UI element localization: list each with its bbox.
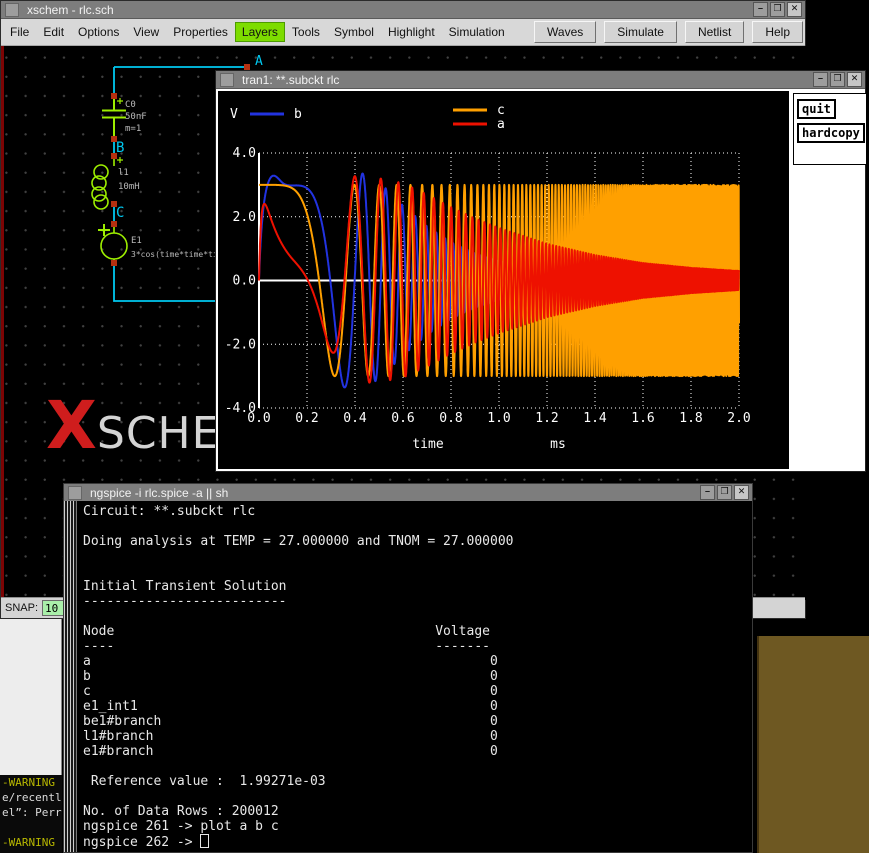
xschem-titlebar[interactable]: xschem - rlc.sch – ❒ ✕ (1, 1, 805, 19)
svg-text:0.2: 0.2 (295, 411, 318, 426)
svg-text:-4.0: -4.0 (225, 401, 256, 416)
warning-line: e/recently (2, 790, 62, 805)
svg-text:4.0: 4.0 (233, 146, 256, 161)
menu-tools[interactable]: Tools (285, 22, 327, 42)
quit-button[interactable]: quit (797, 99, 836, 119)
cap-ref: C0 (125, 100, 136, 110)
svg-text:time: time (412, 437, 443, 452)
warning-line: -WARNING (2, 775, 62, 790)
menu-layers[interactable]: Layers (235, 22, 285, 42)
terminal-body[interactable]: Circuit: **.subckt rlc Doing analysis at… (77, 501, 752, 852)
warning-line: -WARNING (2, 835, 62, 850)
window-menu-icon[interactable] (220, 73, 234, 87)
menu-symbol[interactable]: Symbol (327, 22, 381, 42)
svg-text:ms: ms (550, 437, 566, 452)
terminal-titlebar[interactable]: ngspice -i rlc.spice -a || sh – ❒ ✕ (64, 484, 752, 502)
window-menu-icon[interactable] (68, 486, 82, 500)
minimize-icon[interactable]: – (753, 2, 768, 17)
plot-titlebar[interactable]: tran1: **.subckt rlc – ❒ ✕ (216, 71, 865, 89)
maximize-icon[interactable]: ❒ (717, 485, 732, 500)
svg-text:b: b (294, 107, 302, 122)
svg-text:2.0: 2.0 (233, 210, 256, 225)
node-label-c[interactable]: C (116, 205, 124, 221)
warning-line (2, 820, 62, 835)
warning-line: el”: Perr (2, 805, 62, 820)
menu-edit[interactable]: Edit (36, 22, 71, 42)
snap-label: SNAP: (5, 602, 38, 614)
xschem-window-title: xschem - rlc.sch (27, 3, 753, 17)
cap-value: 50nF (125, 112, 147, 122)
menu-simulation[interactable]: Simulation (442, 22, 512, 42)
ind-ref: l1 (118, 168, 129, 178)
plot-window-title: tran1: **.subckt rlc (242, 73, 813, 87)
svg-text:0.6: 0.6 (391, 411, 414, 426)
maximize-icon[interactable]: ❒ (770, 2, 785, 17)
desktop: { "xschem": { "title": "xschem - rlc.sch… (0, 0, 869, 853)
svg-text:1.6: 1.6 (631, 411, 654, 426)
svg-text:1.4: 1.4 (583, 411, 607, 426)
xschem-menubar: File Edit Options View Properties Layers… (1, 19, 805, 46)
window-menu-icon[interactable] (5, 3, 19, 17)
ngspice-terminal-window: ngspice -i rlc.spice -a || sh – ❒ ✕ Circ… (63, 483, 753, 853)
svg-text:-2.0: -2.0 (225, 337, 256, 352)
node-label-b[interactable]: B (116, 140, 124, 156)
hardcopy-button[interactable]: hardcopy (797, 123, 865, 143)
menu-properties[interactable]: Properties (166, 22, 235, 42)
maximize-icon[interactable]: ❒ (830, 72, 845, 87)
background-warning-terminal: -WARNINGe/recentlyel”: Perr -WARNING (0, 775, 62, 853)
ind-value: 10mH (118, 182, 140, 192)
menu-highlight[interactable]: Highlight (381, 22, 442, 42)
close-icon[interactable]: ✕ (847, 72, 862, 87)
node-label-a[interactable]: A (255, 54, 263, 69)
terminal-cursor (200, 834, 209, 848)
close-icon[interactable]: ✕ (787, 2, 802, 17)
svg-text:1.0: 1.0 (487, 411, 510, 426)
background-window-fragment (0, 619, 62, 775)
plot-window: tran1: **.subckt rlc – ❒ ✕ 0.0 0.2 0.4 0.6 0… (215, 70, 866, 472)
menu-file[interactable]: File (3, 22, 36, 42)
svg-text:a: a (497, 117, 505, 132)
capacitor-symbol[interactable] (102, 98, 126, 137)
cap-attr: m=1 (125, 124, 141, 134)
desktop-brown-area (757, 636, 869, 853)
svg-text:0.0: 0.0 (233, 274, 256, 289)
terminal-output: Circuit: **.subckt rlc Doing analysis at… (83, 504, 513, 850)
svg-text:0.4: 0.4 (343, 411, 367, 426)
minimize-icon[interactable]: – (813, 72, 828, 87)
waveform-svg: 0.00.20.40.60.81.01.21.41.61.82.04.02.00… (218, 91, 789, 469)
svg-text:c: c (497, 103, 505, 118)
plot-content: 0.00.20.40.60.81.01.21.41.61.82.04.02.00… (216, 89, 865, 471)
help-button[interactable]: Help (752, 21, 803, 43)
menu-view[interactable]: View (126, 22, 166, 42)
svg-text:2.0: 2.0 (727, 411, 750, 426)
waves-button[interactable]: Waves (534, 21, 596, 43)
src-ref: E1 (131, 236, 142, 246)
netlist-button[interactable]: Netlist (685, 21, 744, 43)
simulate-button[interactable]: Simulate (604, 21, 677, 43)
svg-text:1.8: 1.8 (679, 411, 702, 426)
logo-x: X (46, 387, 97, 464)
terminal-scrollbar[interactable] (64, 501, 77, 852)
voltage-source-symbol[interactable] (98, 224, 127, 263)
close-icon[interactable]: ✕ (734, 485, 749, 500)
menu-options[interactable]: Options (71, 22, 126, 42)
terminal-window-title: ngspice -i rlc.spice -a || sh (90, 486, 700, 500)
svg-text:V: V (230, 107, 238, 122)
svg-text:1.2: 1.2 (535, 411, 558, 426)
plot-button-panel: quit hardcopy (793, 93, 867, 165)
waveform-plot: 0.00.20.40.60.81.01.21.41.61.82.04.02.00… (218, 91, 789, 469)
svg-text:0.8: 0.8 (439, 411, 462, 426)
minimize-icon[interactable]: – (700, 485, 715, 500)
